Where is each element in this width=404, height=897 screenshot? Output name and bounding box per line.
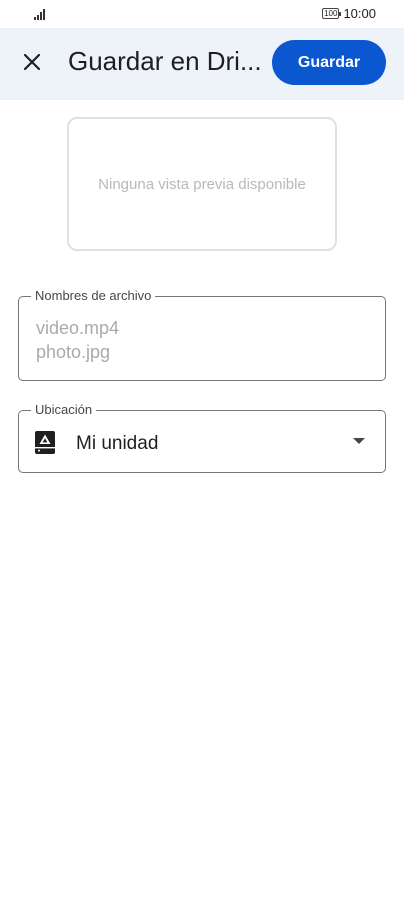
status-bar: 100 10:00 xyxy=(0,0,404,28)
file-names-field[interactable]: Nombres de archivo video.mp4 photo.jpg xyxy=(18,288,386,381)
file-name-item: video.mp4 xyxy=(36,318,120,338)
status-right: 100 10:00 xyxy=(322,6,376,21)
close-button[interactable] xyxy=(14,44,50,80)
save-button[interactable]: Guardar xyxy=(272,40,386,85)
battery-icon: 100 xyxy=(322,8,342,19)
app-bar: Guardar en Dri... Guardar xyxy=(0,28,404,100)
arrow-drop-down-icon xyxy=(353,438,365,444)
file-names-label: Nombres de archivo xyxy=(31,288,156,303)
page-title: Guardar en Dri... xyxy=(68,46,262,76)
location-label: Ubicación xyxy=(31,402,97,417)
file-name-item: photo.jpg xyxy=(36,342,111,362)
preview-box: Ninguna vista previa disponible xyxy=(67,117,337,251)
location-value: Mi unidad xyxy=(76,433,159,454)
drive-icon xyxy=(35,431,55,454)
close-icon xyxy=(23,53,41,71)
status-time: 10:00 xyxy=(343,6,376,21)
signal-icon xyxy=(34,8,45,20)
preview-placeholder: Ninguna vista previa disponible xyxy=(98,175,306,193)
location-dropdown[interactable]: Ubicación Mi unidad xyxy=(18,402,386,473)
